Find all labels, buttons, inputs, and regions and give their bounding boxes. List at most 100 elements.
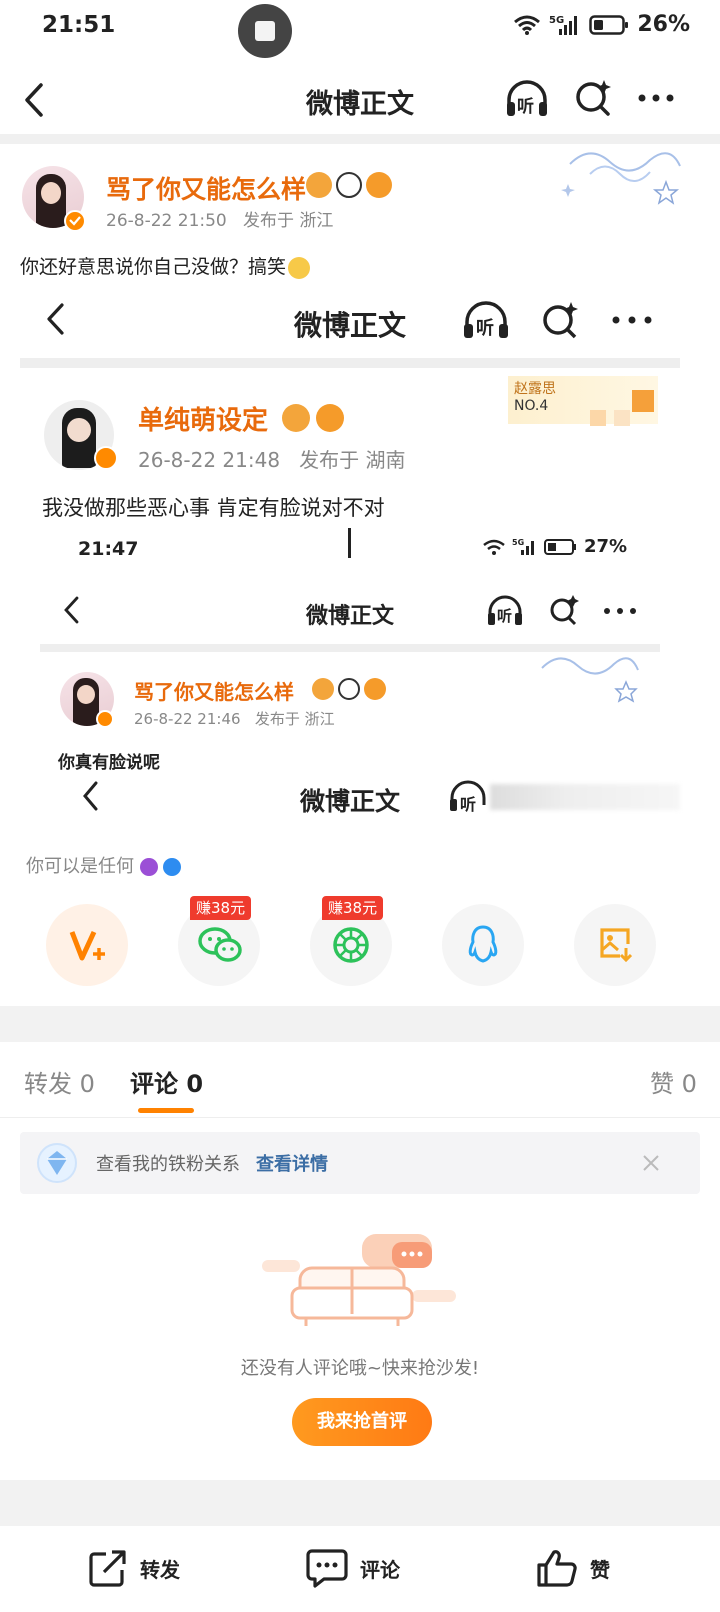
embedded-fish-icon [316, 404, 344, 432]
fan-card-link[interactable]: 查看详情 [256, 1150, 328, 1176]
bottom-action-bar: 转发 评论 赞 [0, 1528, 720, 1612]
close-icon[interactable] [642, 1154, 660, 1172]
fan-card-text: 查看我的铁粉关系 [96, 1154, 240, 1175]
nested3-listen: 听 [448, 780, 488, 814]
blurred-area [490, 784, 680, 810]
embedded-title: 微博正文 [293, 309, 406, 342]
wechat-icon [198, 927, 242, 962]
pixel-decoration [632, 390, 654, 412]
post-text-body: 你还好意思说你自己没做？搞笑 [20, 256, 287, 278]
laugh-emoji-icon [288, 256, 311, 279]
comment-label: 评论 [360, 1557, 400, 1582]
save-image-icon [600, 928, 632, 962]
post-date-text: 26-8-22 21:50 [106, 211, 227, 231]
author-name[interactable]: 骂了你又能怎么样 [106, 170, 306, 206]
qq-icon [468, 925, 498, 963]
comment-button[interactable]: 评论 [306, 1548, 400, 1588]
status-time: 21:51 [42, 12, 116, 38]
like-label: 赞 [590, 1557, 610, 1582]
verified-badge-icon [64, 210, 86, 232]
battery-icon [589, 14, 629, 35]
fan-badge-name: 赵露思 [514, 381, 556, 397]
page-title: 微博正文 [306, 89, 414, 120]
panda-icon [336, 172, 362, 198]
nested-wifi-icon [483, 539, 505, 555]
nested-text: 你真有脸说呢 [58, 753, 160, 773]
repost-button[interactable]: 转发 [88, 1548, 180, 1588]
nav-bar: 微博正文 听 [0, 62, 720, 138]
nested3-caption-text: 你可以是任何 [26, 856, 134, 877]
ribbon-decoration-icon [561, 152, 681, 205]
search-sparkle-icon[interactable] [574, 78, 612, 118]
more-icon[interactable] [638, 94, 674, 102]
embedded-divider [20, 358, 680, 368]
diamond-badge-icon [37, 1143, 77, 1183]
nested3-caption: 你可以是任何 [26, 852, 182, 878]
svg-text:5G: 5G [512, 538, 524, 547]
fan-relation-card[interactable]: 查看我的铁粉关系 查看详情 [20, 1132, 700, 1194]
embedded-search-icon [543, 302, 578, 339]
nested-fish-icon [364, 678, 386, 700]
text-cursor [348, 528, 351, 558]
vplus-share-button[interactable] [46, 904, 128, 986]
pixel-decoration [614, 410, 630, 426]
vplus-icon [69, 930, 105, 961]
nested-more-icon [604, 608, 636, 614]
nested3-listen-label: 听 [460, 795, 477, 814]
nested-author: 骂了你又能怎么样 [134, 680, 294, 704]
wifi-icon [514, 15, 541, 35]
tab-like[interactable]: 赞 0 [650, 1064, 697, 1099]
qq-share-button[interactable] [442, 904, 524, 986]
embedded-verified-icon [94, 446, 118, 470]
first-comment-button[interactable]: 我来抢首评 [292, 1398, 432, 1446]
nested-crown-icon [312, 678, 334, 700]
moments-earn-badge: 赚38元 [322, 896, 384, 920]
battery-percent: 26% [637, 12, 690, 37]
post-text: 你还好意思说你自己没做？搞笑 [20, 252, 311, 279]
nested-meta: 26-8-22 21:46 发布于 浙江 [134, 708, 335, 729]
fish-icon [366, 172, 392, 198]
embedded-location: 发布于 湖南 [299, 448, 406, 472]
embedded-date: 26-8-22 21:48 [138, 448, 281, 472]
nested-panda-icon [338, 678, 360, 700]
nested-battery-pct: 27% [584, 536, 628, 557]
like-icon [537, 1550, 577, 1587]
post-date: 26-8-22 21:50 发布于 浙江 [106, 206, 333, 231]
save-image-button[interactable] [574, 904, 656, 986]
tab-repost[interactable]: 转发 0 [24, 1064, 95, 1099]
nested-verified-icon [96, 710, 114, 728]
nested-listen: 听 [486, 594, 524, 628]
screen-record-icon[interactable] [238, 4, 292, 58]
like-button[interactable]: 赞 [536, 1548, 610, 1588]
wechat-earn-badge: 赚38元 [190, 896, 252, 920]
pixel-decoration [590, 410, 606, 426]
empty-state-text: 还没有人评论哦~快来抢沙发! [240, 1358, 480, 1379]
tab-bar: 转发 0 评论 0 赞 0 [0, 1042, 720, 1118]
embedded-screenshot[interactable]: 微博正文 听 单纯萌设定 26-8-22 21:48 发布于 湖南 赵露思 NO… [20, 284, 680, 844]
embedded-text: 我没做那些恶心事 肯定有脸说对不对 [42, 496, 385, 520]
nested-date: 26-8-22 21:46 [134, 710, 241, 728]
active-tab-indicator [138, 1108, 194, 1113]
sofa-illustration-icon [262, 1234, 456, 1326]
embedded-more-icon [612, 316, 652, 324]
status-indicators: 5G 26% [513, 12, 690, 37]
nested-search-icon [550, 595, 579, 626]
purple-heart-icon [139, 858, 158, 876]
status-bar: 21:51 5G 26% [0, 0, 720, 58]
svg-text:5G: 5G [549, 15, 564, 26]
nested-listen-label: 听 [497, 607, 513, 625]
embedded-meta: 26-8-22 21:48 发布于 湖南 [138, 444, 406, 473]
tab-comment[interactable]: 评论 0 [130, 1064, 203, 1099]
fan-badge-no: NO.4 [514, 398, 549, 414]
divider [0, 134, 720, 144]
vip-crown-icon [306, 172, 332, 198]
nested-ribbon-decoration-icon [541, 657, 639, 703]
post-location: 发布于 浙江 [242, 211, 334, 231]
nested-signal-icon: 5G [512, 538, 534, 555]
nested-title: 微博正文 [305, 604, 394, 629]
bottom-spacer [0, 1480, 720, 1526]
listen-button[interactable]: 听 [505, 78, 549, 120]
share-row: 赚38元 赚38元 [0, 890, 720, 1000]
repost-icon [89, 1550, 126, 1587]
nested-status-time: 21:47 [78, 538, 139, 560]
